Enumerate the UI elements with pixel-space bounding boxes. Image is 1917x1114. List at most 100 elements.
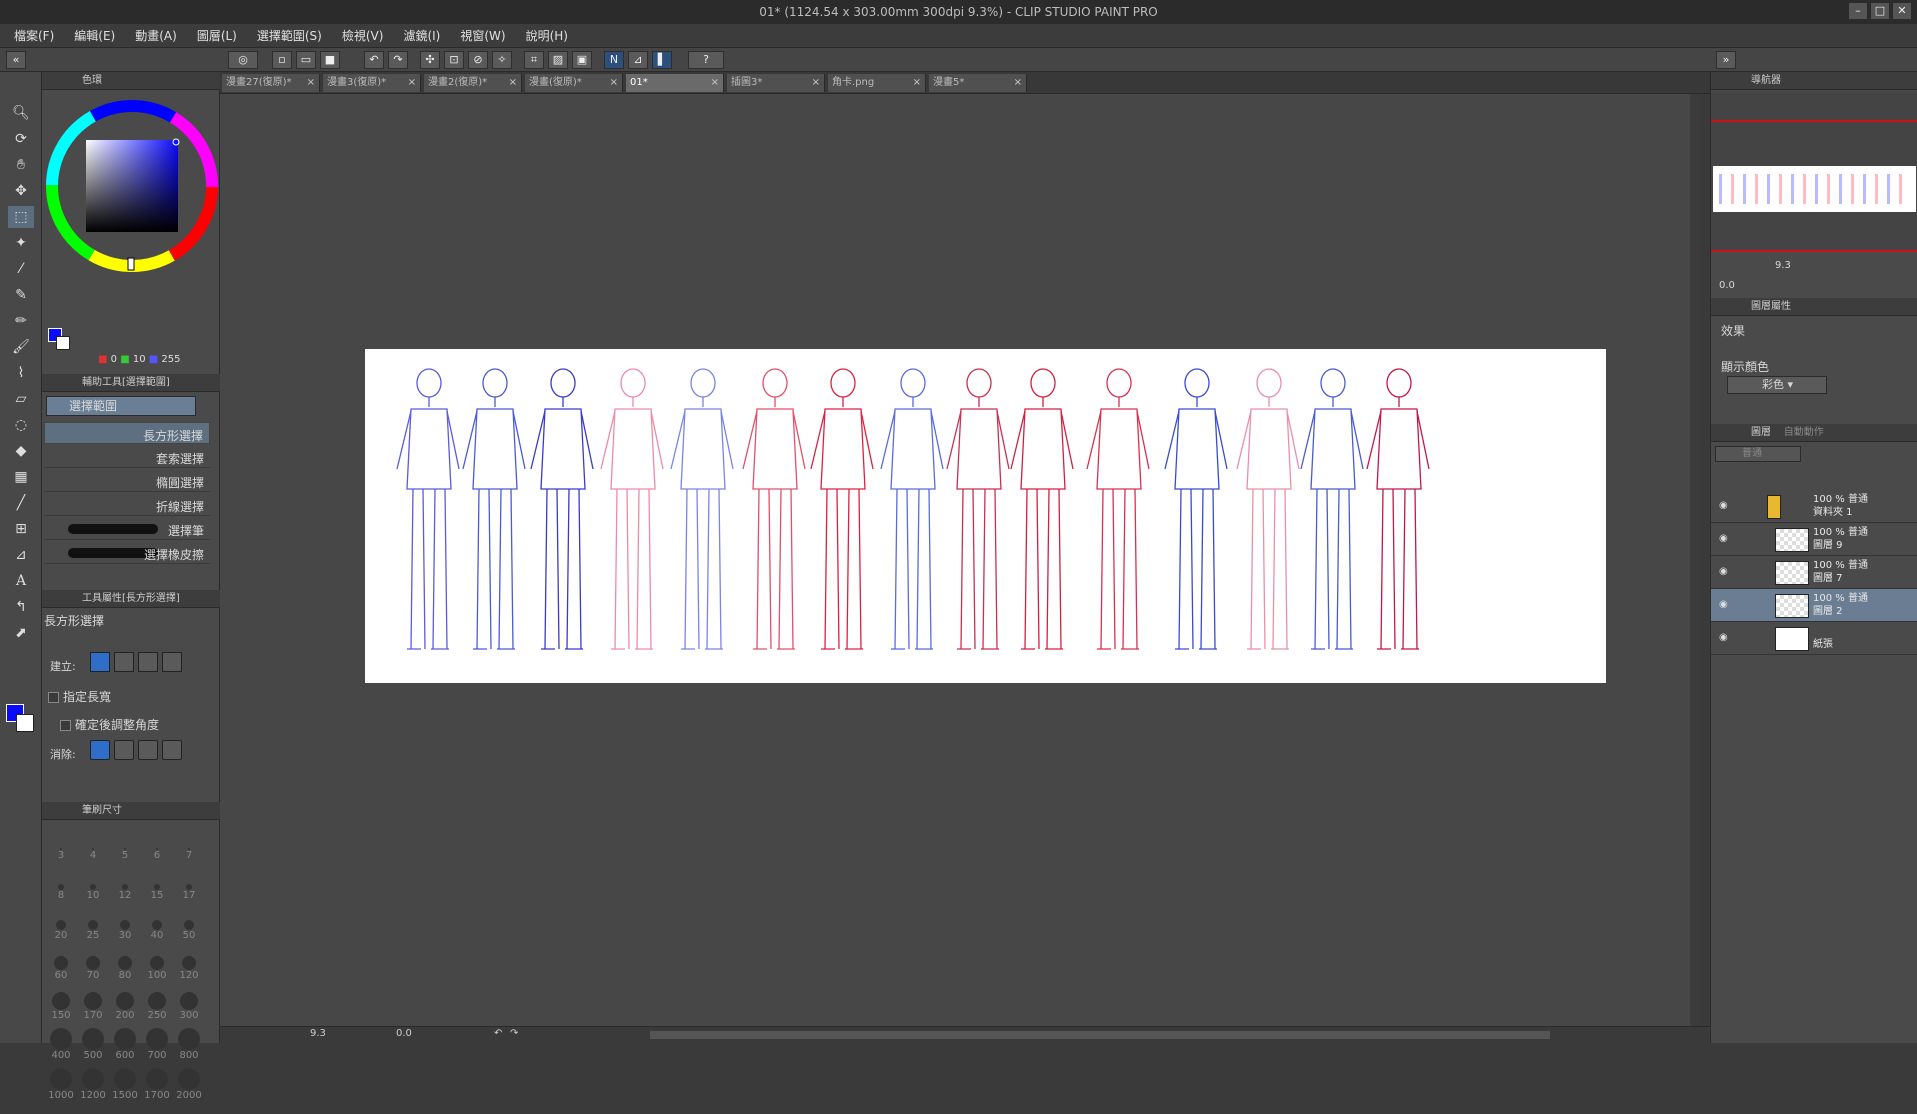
crop-icon[interactable]: ⌗ — [524, 51, 544, 69]
menu-file[interactable]: 檔案(F) — [6, 27, 62, 44]
document-tab[interactable]: 漫畫3(復原)* × — [323, 74, 421, 92]
subtool-group-tab[interactable]: 選擇範圍 — [46, 396, 196, 416]
brush-size-preset[interactable]: 2000 — [174, 1068, 204, 1101]
menu-edit[interactable]: 編輯(E) — [66, 27, 123, 44]
visibility-eye-icon[interactable]: ◉ — [1719, 599, 1728, 610]
brush-size-preset[interactable]: 800 — [174, 1028, 204, 1061]
fill-bucket-icon[interactable]: ◆ — [8, 440, 34, 462]
brush-size-preset[interactable]: 120 — [174, 948, 204, 981]
correct-line-icon[interactable]: ⬈ — [8, 622, 34, 644]
tab-close-icon[interactable]: × — [610, 74, 618, 92]
move-icon[interactable]: ✥ — [8, 180, 34, 202]
navigator-view[interactable] — [1711, 92, 1917, 252]
add-selection-button[interactable] — [114, 652, 134, 672]
brush-size-preset[interactable]: 10 — [78, 868, 108, 901]
collapse-left-icon[interactable]: « — [6, 51, 26, 69]
layer-row[interactable]: ◉ 100 % 普通 圖層 2 — [1711, 589, 1917, 622]
rotate-icon[interactable]: ⟳ — [8, 128, 34, 150]
menu-layer[interactable]: 圖層(L) — [189, 27, 245, 44]
subtool-item-ellipse[interactable]: 橢圓選擇 — [44, 470, 210, 492]
invert-selection-icon[interactable]: ✧ — [492, 51, 512, 69]
brush-size-preset[interactable]: 3 — [46, 828, 76, 861]
airbrush-icon[interactable]: ⌇ — [8, 362, 34, 384]
fit-icon[interactable]: ▣ — [572, 51, 592, 69]
new-file-icon[interactable]: ▫ — [272, 51, 292, 69]
tab-close-icon[interactable]: × — [812, 74, 820, 92]
auto-select-icon[interactable]: ✦ — [8, 232, 34, 254]
transform-icon[interactable]: ⊡ — [444, 51, 464, 69]
adjust-angle-row[interactable]: 確定後調整角度 — [60, 716, 159, 733]
clip-studio-icon[interactable]: ◎ — [228, 51, 258, 69]
figure-icon[interactable]: ╱ — [8, 492, 34, 514]
document-tab[interactable]: 漫畫(復原)* × — [525, 74, 623, 92]
brush-size-preset[interactable]: 25 — [78, 908, 108, 941]
document-tab[interactable]: 01* × — [626, 74, 724, 92]
menu-filter[interactable]: 濾鏡(I) — [395, 27, 448, 44]
intersect-selection-button[interactable] — [162, 652, 182, 672]
horizontal-scrollbar[interactable] — [650, 1031, 1550, 1039]
visibility-eye-icon[interactable]: ◉ — [1719, 632, 1728, 643]
brush-size-preset[interactable]: 6 — [142, 828, 172, 861]
eyedropper-icon[interactable]: ⁄ — [8, 258, 34, 280]
save-icon[interactable]: ■ — [320, 51, 340, 69]
menu-view[interactable]: 檢視(V) — [334, 27, 392, 44]
balloon-icon[interactable]: ↰ — [8, 596, 34, 618]
auto-action-tab[interactable]: 自動動作 — [1784, 427, 1824, 438]
brush-size-preset[interactable]: 170 — [78, 988, 108, 1021]
snap-special-ruler-icon[interactable]: ⊿ — [628, 51, 648, 69]
brush-size-preset[interactable]: 500 — [78, 1028, 108, 1061]
document-tab[interactable]: 漫畫5* × — [929, 74, 1027, 92]
document-tab[interactable]: 漫畫27(復原)* × — [222, 74, 320, 92]
subtool-item-lasso[interactable]: 套索選擇 — [44, 446, 210, 468]
brush-size-preset[interactable]: 100 — [142, 948, 172, 981]
document-tab[interactable]: 角卡.png × — [828, 74, 926, 92]
color-sub-swatch[interactable] — [56, 336, 70, 350]
fill-icon[interactable]: ▨ — [548, 51, 568, 69]
layer-panel-title[interactable]: 圖層 — [1751, 427, 1771, 438]
tab-close-icon[interactable]: × — [913, 74, 921, 92]
maximize-icon[interactable]: □ — [1871, 3, 1889, 19]
gradient-icon[interactable]: ▦ — [8, 466, 34, 488]
visibility-eye-icon[interactable]: ◉ — [1719, 500, 1728, 511]
antialias-weak-button[interactable] — [114, 740, 134, 760]
brush-size-preset[interactable]: 1700 — [142, 1068, 172, 1101]
close-icon[interactable]: ✕ — [1893, 3, 1911, 19]
tab-close-icon[interactable]: × — [711, 74, 719, 92]
brush-size-preset[interactable]: 300 — [174, 988, 204, 1021]
brush-icon[interactable]: 🖌︎ — [8, 336, 34, 358]
brush-size-preset[interactable]: 4 — [78, 828, 108, 861]
menu-selection[interactable]: 選擇範圍(S) — [249, 27, 330, 44]
eraser-icon[interactable]: ▱ — [8, 388, 34, 410]
display-color-select[interactable]: 彩色 ▾ — [1727, 376, 1827, 394]
brush-size-preset[interactable]: 150 — [46, 988, 76, 1021]
ruler-icon[interactable]: ⊿ — [8, 544, 34, 566]
layer-row[interactable]: ◉ 100 % 普通 資料夾 1 — [1711, 490, 1917, 523]
fixed-ratio-checkbox[interactable] — [48, 692, 59, 703]
pen-icon[interactable]: ✎ — [8, 284, 34, 306]
collapse-right-icon[interactable]: » — [1716, 51, 1736, 69]
subtool-item-rect[interactable]: 長方形選擇 — [44, 422, 210, 444]
antialias-none-button[interactable] — [90, 740, 110, 760]
visibility-eye-icon[interactable]: ◉ — [1719, 533, 1728, 544]
new-selection-button[interactable] — [90, 652, 110, 672]
document-tab[interactable]: 插圖3* × — [727, 74, 825, 92]
zoom-icon[interactable]: 🔍︎ — [8, 102, 34, 124]
undo-icon[interactable]: ↶ — [364, 51, 384, 69]
adjust-angle-checkbox[interactable] — [60, 720, 71, 731]
menu-animation[interactable]: 動畫(A) — [127, 27, 185, 44]
deselect-icon[interactable]: ⊘ — [468, 51, 488, 69]
brush-size-preset[interactable]: 250 — [142, 988, 172, 1021]
clear-icon[interactable]: ✣ — [420, 51, 440, 69]
brush-size-preset[interactable]: 15 — [142, 868, 172, 901]
subtool-item-polyline[interactable]: 折線選擇 — [44, 494, 210, 516]
brush-size-preset[interactable]: 60 — [46, 948, 76, 981]
antialias-mid-button[interactable] — [138, 740, 158, 760]
blend-icon[interactable]: ◌ — [8, 414, 34, 436]
document-tab[interactable]: 漫畫2(復原)* × — [424, 74, 522, 92]
brush-size-preset[interactable]: 1500 — [110, 1068, 140, 1101]
brush-size-preset[interactable]: 17 — [174, 868, 204, 901]
antialias-strong-button[interactable] — [162, 740, 182, 760]
snap-ruler-icon[interactable]: N — [604, 51, 624, 69]
text-icon[interactable]: A — [8, 570, 34, 592]
brush-size-preset[interactable]: 400 — [46, 1028, 76, 1061]
